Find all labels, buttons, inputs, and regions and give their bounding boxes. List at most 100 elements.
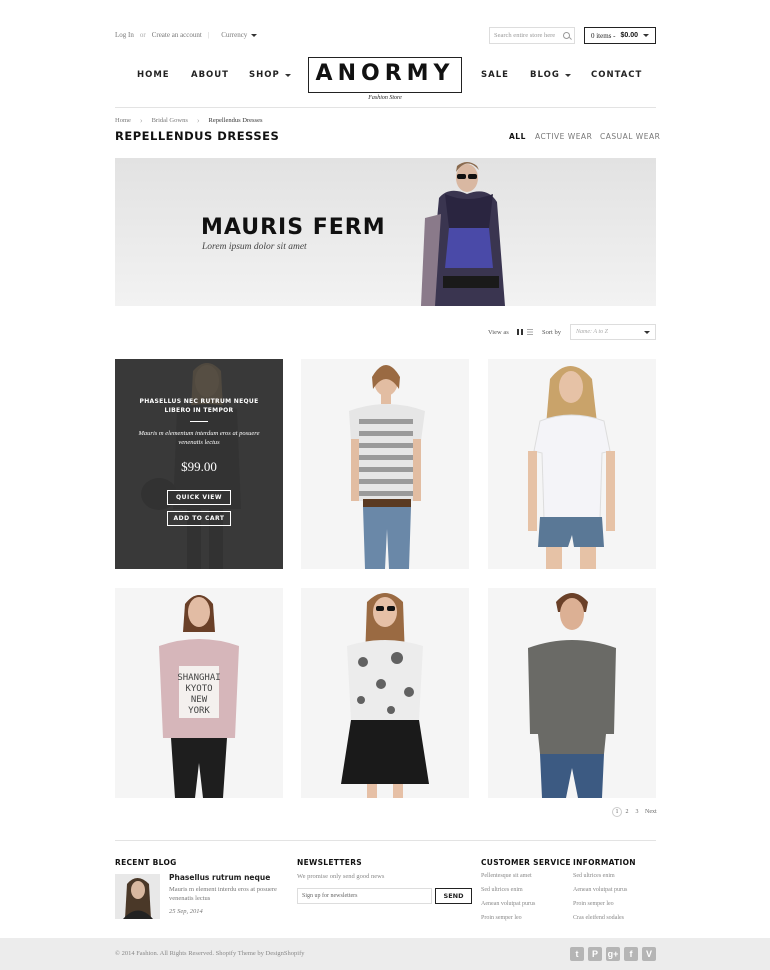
- breadcrumb-bridal[interactable]: Bridal Gowns: [152, 117, 188, 124]
- quick-view-button[interactable]: QUICK VIEW: [167, 490, 231, 505]
- breadcrumb-current: Repellendus Dresses: [208, 117, 263, 124]
- divider: [190, 421, 208, 422]
- divider: [115, 107, 656, 108]
- search-placeholder: Search entire store here: [494, 32, 556, 39]
- nav-blog[interactable]: BLOG: [530, 70, 571, 80]
- product-card[interactable]: [488, 588, 656, 798]
- chevron-right-icon: ›: [196, 116, 200, 125]
- grid-view-icon[interactable]: [517, 329, 523, 335]
- sort-select[interactable]: Name: A to Z: [570, 324, 656, 340]
- product-image: [349, 365, 425, 569]
- sort-by-label: Sort by: [542, 329, 561, 336]
- divider: |: [207, 31, 210, 39]
- nav-shop[interactable]: SHOP: [249, 70, 291, 80]
- information-heading: INFORMATION: [573, 858, 636, 867]
- page-3[interactable]: 3: [632, 807, 642, 817]
- pagination: 1 2 3 Next: [612, 807, 657, 817]
- page-next[interactable]: Next: [645, 809, 657, 815]
- product-price: $99.00: [181, 459, 217, 474]
- cart-button[interactable]: 0 items - $0.00: [584, 27, 656, 44]
- sort-value: Name: A to Z: [576, 329, 608, 335]
- filter-all[interactable]: ALL: [509, 132, 526, 141]
- blog-excerpt: Mauris m element interdu eros at posuere…: [169, 886, 277, 902]
- nav-contact[interactable]: CONTACT: [591, 70, 642, 80]
- newsletter-text: We promise only send good news: [297, 873, 385, 880]
- logo-name: ANORMY: [315, 61, 455, 86]
- divider: [115, 840, 656, 841]
- logo-tagline: Fashion Store: [364, 95, 406, 101]
- google-plus-icon[interactable]: g+: [606, 947, 620, 961]
- chevron-down-icon: [643, 34, 650, 37]
- vimeo-icon[interactable]: V: [642, 947, 656, 961]
- cart-total: $0.00: [620, 32, 639, 39]
- account-bar: Log In or Create an account | Currency: [115, 31, 258, 39]
- create-account-link[interactable]: Create an account: [152, 31, 202, 39]
- nav-sale[interactable]: SALE: [481, 70, 509, 80]
- customer-service-heading: CUSTOMER SERVICE: [481, 858, 571, 867]
- search-icon[interactable]: [563, 32, 570, 39]
- product-title[interactable]: PHASELLUS NEC RUTRUM NEQUE LIBERO IN TEM…: [135, 397, 263, 415]
- page-1[interactable]: 1: [612, 807, 622, 817]
- newsletter-email-field[interactable]: Sign up for newsletters: [297, 888, 432, 904]
- breadcrumb-home[interactable]: Home: [115, 117, 131, 124]
- page-title: REPELLENDUS DRESSES: [115, 129, 280, 143]
- product-image: [341, 593, 429, 798]
- blog-title[interactable]: Phasellus rutrum neque: [169, 873, 270, 882]
- filter-casual-wear[interactable]: CASUAL WEAR: [600, 132, 660, 141]
- svg-text:SHANGHAI: SHANGHAI: [177, 673, 220, 683]
- cart-items: 0 items -: [590, 31, 616, 40]
- chevron-right-icon: ›: [139, 116, 143, 125]
- facebook-icon[interactable]: f: [624, 947, 638, 961]
- logo[interactable]: ANORMY Fashion Store: [308, 57, 462, 101]
- svg-text:NEW: NEW: [191, 695, 208, 705]
- footer-link[interactable]: Pellentesque sit amet: [481, 873, 532, 879]
- pinterest-icon[interactable]: P: [588, 947, 602, 961]
- footer-link[interactable]: Sed ultrices enim: [573, 873, 615, 879]
- view-as-label: View as: [488, 329, 509, 336]
- svg-text:KYOTO: KYOTO: [185, 684, 212, 694]
- blog-thumbnail[interactable]: [115, 874, 160, 919]
- product-card[interactable]: [488, 359, 656, 569]
- newsletters-heading: NEWSLETTERS: [297, 858, 362, 867]
- svg-text:YORK: YORK: [188, 706, 210, 716]
- product-card[interactable]: [301, 359, 469, 569]
- footer-link[interactable]: Cras eleifend sodales: [573, 915, 624, 921]
- search-input[interactable]: Search entire store here: [489, 27, 575, 44]
- add-to-cart-button[interactable]: ADD TO CART: [167, 511, 231, 526]
- nav-about[interactable]: ABOUT: [191, 70, 229, 80]
- blog-date: 25 Sep, 2014: [169, 908, 203, 915]
- chevron-down-icon: [644, 330, 650, 334]
- footer-link[interactable]: Proin semper leo: [573, 901, 614, 907]
- product-image: [528, 366, 615, 569]
- send-button[interactable]: SEND: [435, 888, 472, 904]
- chevron-down-icon: [284, 73, 291, 77]
- hero-banner[interactable]: MAURIS FERM Lorem ipsum dolor sit amet: [115, 158, 656, 306]
- banner-subtitle: Lorem ipsum dolor sit amet: [202, 242, 307, 252]
- banner-model-image: [421, 162, 505, 306]
- banner-title: MAURIS FERM: [201, 215, 386, 240]
- currency-dropdown[interactable]: Currency: [221, 31, 258, 39]
- currency-label: Currency: [221, 31, 248, 39]
- nav-shop-label: SHOP: [249, 70, 280, 80]
- recent-blog-heading: RECENT BLOG: [115, 858, 177, 867]
- product-card[interactable]: SHANGHAI KYOTO NEW YORK: [115, 588, 283, 798]
- product-card[interactable]: [301, 588, 469, 798]
- page-2[interactable]: 2: [622, 807, 632, 817]
- filter-active-wear[interactable]: ACTIVE WEAR: [535, 132, 592, 141]
- nav-home[interactable]: HOME: [137, 70, 170, 80]
- footer-link[interactable]: Aenean volutpat purus: [481, 901, 535, 907]
- tumblr-icon[interactable]: t: [570, 947, 584, 961]
- product-image: [528, 593, 616, 798]
- footer-link[interactable]: Aenean volutpat purus: [573, 887, 627, 893]
- list-view-icon[interactable]: [527, 329, 533, 335]
- footer-link[interactable]: Proin semper leo: [481, 915, 522, 921]
- or-text: or: [139, 31, 146, 39]
- product-image: SHANGHAI KYOTO NEW YORK: [159, 595, 239, 798]
- product-description: Mauris m elementum interdum eros at posu…: [138, 430, 260, 446]
- product-card[interactable]: PHASELLUS NEC RUTRUM NEQUE LIBERO IN TEM…: [115, 359, 283, 569]
- chevron-down-icon: [251, 33, 258, 37]
- blog-image: [115, 874, 160, 919]
- footer-link[interactable]: Sed ultrices enim: [481, 887, 523, 893]
- chevron-down-icon: [564, 73, 571, 77]
- login-link[interactable]: Log In: [115, 31, 134, 39]
